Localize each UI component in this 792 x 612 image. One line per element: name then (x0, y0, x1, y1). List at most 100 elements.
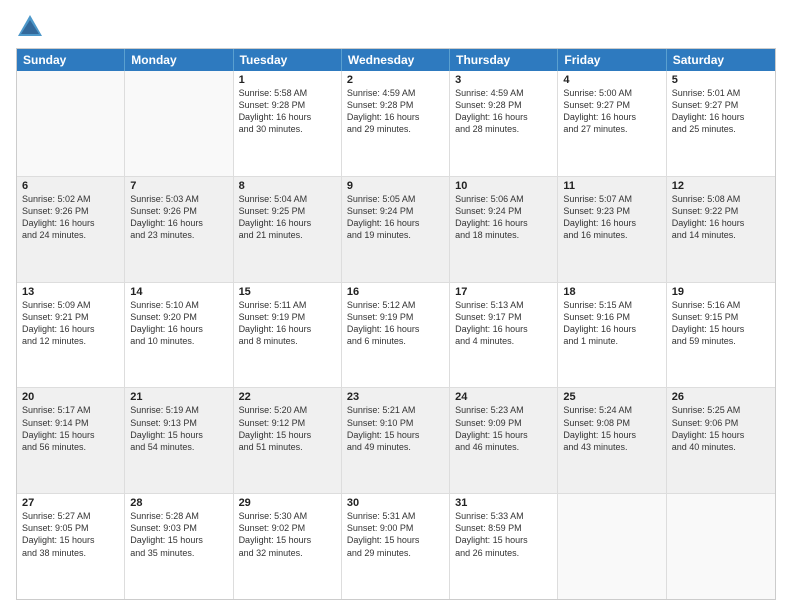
calendar-cell: 1Sunrise: 5:58 AMSunset: 9:28 PMDaylight… (234, 71, 342, 176)
cell-info: Sunrise: 5:27 AMSunset: 9:05 PMDaylight:… (22, 510, 119, 559)
day-number: 29 (239, 497, 336, 509)
day-number: 4 (563, 74, 660, 86)
cell-info: Sunrise: 5:24 AMSunset: 9:08 PMDaylight:… (563, 404, 660, 453)
cell-info: Sunrise: 4:59 AMSunset: 9:28 PMDaylight:… (347, 87, 444, 136)
header-friday: Friday (558, 49, 666, 71)
calendar-cell: 29Sunrise: 5:30 AMSunset: 9:02 PMDayligh… (234, 494, 342, 599)
day-number: 11 (563, 180, 660, 192)
day-number: 28 (130, 497, 227, 509)
logo (16, 12, 48, 40)
cell-info: Sunrise: 5:31 AMSunset: 9:00 PMDaylight:… (347, 510, 444, 559)
header-sunday: Sunday (17, 49, 125, 71)
day-number: 9 (347, 180, 444, 192)
day-number: 17 (455, 286, 552, 298)
cell-info: Sunrise: 5:23 AMSunset: 9:09 PMDaylight:… (455, 404, 552, 453)
day-number: 16 (347, 286, 444, 298)
header (16, 12, 776, 40)
calendar-cell (558, 494, 666, 599)
cell-info: Sunrise: 5:30 AMSunset: 9:02 PMDaylight:… (239, 510, 336, 559)
calendar-cell: 6Sunrise: 5:02 AMSunset: 9:26 PMDaylight… (17, 177, 125, 282)
day-number: 18 (563, 286, 660, 298)
cell-info: Sunrise: 5:06 AMSunset: 9:24 PMDaylight:… (455, 193, 552, 242)
calendar-cell: 26Sunrise: 5:25 AMSunset: 9:06 PMDayligh… (667, 388, 775, 493)
calendar-row: 13Sunrise: 5:09 AMSunset: 9:21 PMDayligh… (17, 283, 775, 389)
calendar-cell: 18Sunrise: 5:15 AMSunset: 9:16 PMDayligh… (558, 283, 666, 388)
logo-icon (16, 12, 44, 40)
cell-info: Sunrise: 5:16 AMSunset: 9:15 PMDaylight:… (672, 299, 770, 348)
calendar-cell: 31Sunrise: 5:33 AMSunset: 8:59 PMDayligh… (450, 494, 558, 599)
day-number: 25 (563, 391, 660, 403)
calendar-cell: 4Sunrise: 5:00 AMSunset: 9:27 PMDaylight… (558, 71, 666, 176)
header-wednesday: Wednesday (342, 49, 450, 71)
day-number: 21 (130, 391, 227, 403)
calendar-row: 20Sunrise: 5:17 AMSunset: 9:14 PMDayligh… (17, 388, 775, 494)
day-number: 13 (22, 286, 119, 298)
day-number: 15 (239, 286, 336, 298)
day-number: 2 (347, 74, 444, 86)
calendar-cell: 3Sunrise: 4:59 AMSunset: 9:28 PMDaylight… (450, 71, 558, 176)
cell-info: Sunrise: 5:21 AMSunset: 9:10 PMDaylight:… (347, 404, 444, 453)
day-number: 30 (347, 497, 444, 509)
calendar-cell (667, 494, 775, 599)
calendar-cell: 11Sunrise: 5:07 AMSunset: 9:23 PMDayligh… (558, 177, 666, 282)
header-thursday: Thursday (450, 49, 558, 71)
cell-info: Sunrise: 5:11 AMSunset: 9:19 PMDaylight:… (239, 299, 336, 348)
calendar-cell: 8Sunrise: 5:04 AMSunset: 9:25 PMDaylight… (234, 177, 342, 282)
cell-info: Sunrise: 5:02 AMSunset: 9:26 PMDaylight:… (22, 193, 119, 242)
page: Sunday Monday Tuesday Wednesday Thursday… (0, 0, 792, 612)
calendar-cell: 12Sunrise: 5:08 AMSunset: 9:22 PMDayligh… (667, 177, 775, 282)
calendar-cell (17, 71, 125, 176)
day-number: 14 (130, 286, 227, 298)
day-number: 6 (22, 180, 119, 192)
cell-info: Sunrise: 4:59 AMSunset: 9:28 PMDaylight:… (455, 87, 552, 136)
calendar-cell: 5Sunrise: 5:01 AMSunset: 9:27 PMDaylight… (667, 71, 775, 176)
calendar-cell: 30Sunrise: 5:31 AMSunset: 9:00 PMDayligh… (342, 494, 450, 599)
calendar-cell: 9Sunrise: 5:05 AMSunset: 9:24 PMDaylight… (342, 177, 450, 282)
header-monday: Monday (125, 49, 233, 71)
cell-info: Sunrise: 5:33 AMSunset: 8:59 PMDaylight:… (455, 510, 552, 559)
calendar-cell: 22Sunrise: 5:20 AMSunset: 9:12 PMDayligh… (234, 388, 342, 493)
day-number: 3 (455, 74, 552, 86)
cell-info: Sunrise: 5:20 AMSunset: 9:12 PMDaylight:… (239, 404, 336, 453)
day-number: 1 (239, 74, 336, 86)
calendar-cell: 16Sunrise: 5:12 AMSunset: 9:19 PMDayligh… (342, 283, 450, 388)
calendar-cell: 2Sunrise: 4:59 AMSunset: 9:28 PMDaylight… (342, 71, 450, 176)
cell-info: Sunrise: 5:28 AMSunset: 9:03 PMDaylight:… (130, 510, 227, 559)
day-number: 7 (130, 180, 227, 192)
cell-info: Sunrise: 5:08 AMSunset: 9:22 PMDaylight:… (672, 193, 770, 242)
day-number: 23 (347, 391, 444, 403)
calendar-header: Sunday Monday Tuesday Wednesday Thursday… (17, 49, 775, 71)
cell-info: Sunrise: 5:00 AMSunset: 9:27 PMDaylight:… (563, 87, 660, 136)
cell-info: Sunrise: 5:09 AMSunset: 9:21 PMDaylight:… (22, 299, 119, 348)
calendar-cell: 21Sunrise: 5:19 AMSunset: 9:13 PMDayligh… (125, 388, 233, 493)
calendar-cell: 13Sunrise: 5:09 AMSunset: 9:21 PMDayligh… (17, 283, 125, 388)
calendar-row: 27Sunrise: 5:27 AMSunset: 9:05 PMDayligh… (17, 494, 775, 599)
cell-info: Sunrise: 5:17 AMSunset: 9:14 PMDaylight:… (22, 404, 119, 453)
day-number: 12 (672, 180, 770, 192)
calendar-cell: 7Sunrise: 5:03 AMSunset: 9:26 PMDaylight… (125, 177, 233, 282)
calendar-cell (125, 71, 233, 176)
cell-info: Sunrise: 5:58 AMSunset: 9:28 PMDaylight:… (239, 87, 336, 136)
cell-info: Sunrise: 5:25 AMSunset: 9:06 PMDaylight:… (672, 404, 770, 453)
day-number: 26 (672, 391, 770, 403)
cell-info: Sunrise: 5:10 AMSunset: 9:20 PMDaylight:… (130, 299, 227, 348)
cell-info: Sunrise: 5:15 AMSunset: 9:16 PMDaylight:… (563, 299, 660, 348)
calendar-cell: 17Sunrise: 5:13 AMSunset: 9:17 PMDayligh… (450, 283, 558, 388)
cell-info: Sunrise: 5:13 AMSunset: 9:17 PMDaylight:… (455, 299, 552, 348)
day-number: 10 (455, 180, 552, 192)
cell-info: Sunrise: 5:04 AMSunset: 9:25 PMDaylight:… (239, 193, 336, 242)
calendar-cell: 19Sunrise: 5:16 AMSunset: 9:15 PMDayligh… (667, 283, 775, 388)
calendar: Sunday Monday Tuesday Wednesday Thursday… (16, 48, 776, 600)
calendar-body: 1Sunrise: 5:58 AMSunset: 9:28 PMDaylight… (17, 71, 775, 599)
calendar-cell: 24Sunrise: 5:23 AMSunset: 9:09 PMDayligh… (450, 388, 558, 493)
day-number: 22 (239, 391, 336, 403)
day-number: 24 (455, 391, 552, 403)
cell-info: Sunrise: 5:07 AMSunset: 9:23 PMDaylight:… (563, 193, 660, 242)
cell-info: Sunrise: 5:03 AMSunset: 9:26 PMDaylight:… (130, 193, 227, 242)
calendar-cell: 28Sunrise: 5:28 AMSunset: 9:03 PMDayligh… (125, 494, 233, 599)
calendar-cell: 20Sunrise: 5:17 AMSunset: 9:14 PMDayligh… (17, 388, 125, 493)
day-number: 20 (22, 391, 119, 403)
calendar-cell: 27Sunrise: 5:27 AMSunset: 9:05 PMDayligh… (17, 494, 125, 599)
cell-info: Sunrise: 5:05 AMSunset: 9:24 PMDaylight:… (347, 193, 444, 242)
calendar-cell: 14Sunrise: 5:10 AMSunset: 9:20 PMDayligh… (125, 283, 233, 388)
